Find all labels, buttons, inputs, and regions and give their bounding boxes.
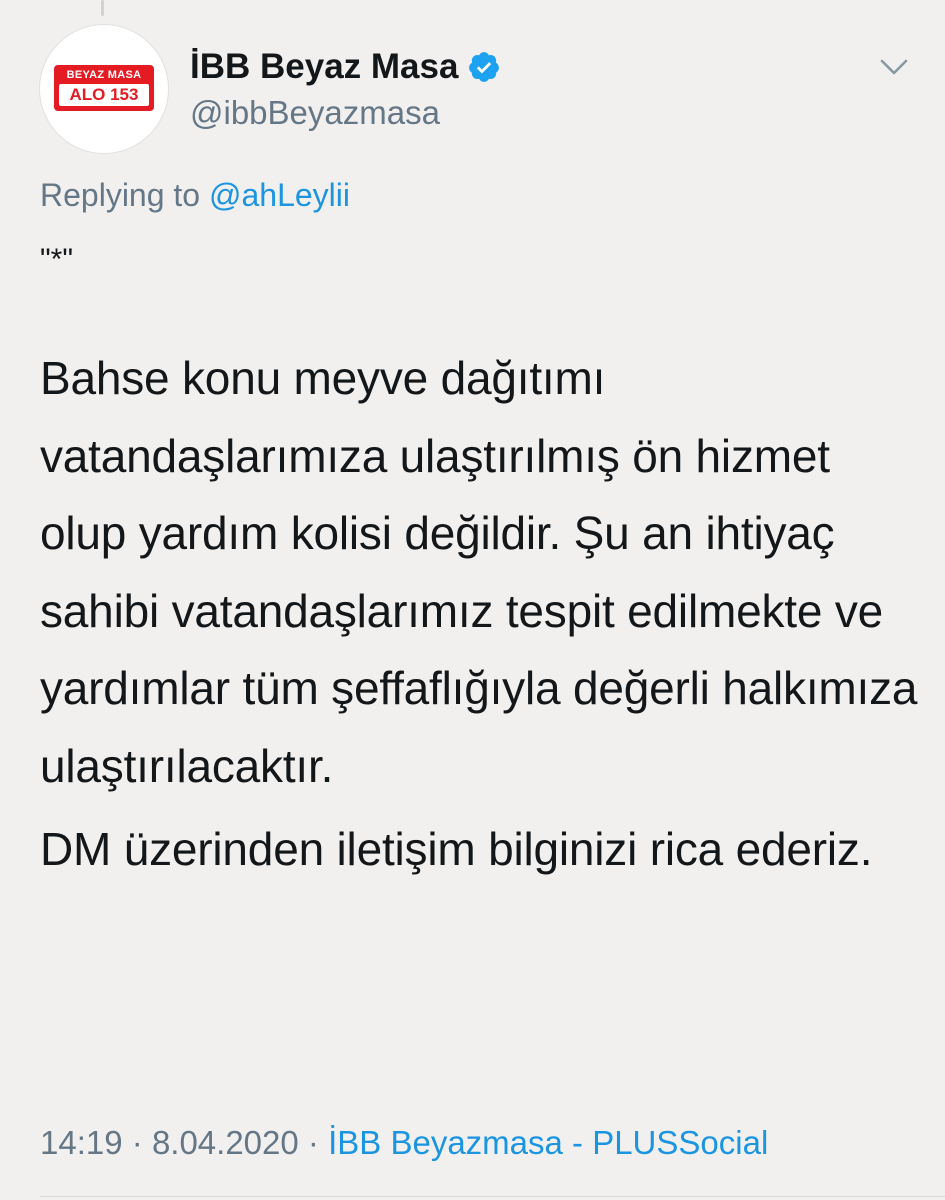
avatar[interactable]: BEYAZ MASA ALO 153 [39,24,169,154]
avatar-logo: BEYAZ MASA ALO 153 [54,65,154,111]
avatar-logo-top-text: BEYAZ MASA [66,69,142,81]
tweet-source-link[interactable]: İBB Beyazmasa - PLUSSocial [328,1124,768,1161]
verified-badge-icon [467,50,501,84]
author-name-row: İBB Beyaz Masa [190,42,501,92]
meta-separator: · [307,1124,319,1161]
tweet-time[interactable]: 14:19 [40,1124,123,1161]
tweet-text: Bahse konu meyve dağıtımı vatandaşlarımı… [40,340,920,889]
reply-mention-link[interactable]: @ahLeylii [209,177,350,213]
tweet-paragraph: Bahse konu meyve dağıtımı vatandaşlarımı… [40,352,918,792]
quote-mark: "*" [40,243,73,276]
avatar-logo-bottom-text: ALO 153 [59,84,149,106]
thread-connector-line [101,0,104,16]
replying-to: Replying to @ahLeylii [40,172,350,218]
divider [40,1196,945,1197]
tweet-metadata: 14:19 · 8.04.2020 · İBB Beyazmasa - PLUS… [40,1118,768,1168]
tweet-date[interactable]: 8.04.2020 [152,1124,299,1161]
meta-separator: · [131,1124,143,1161]
tweet-paragraph: DM üzerinden iletişim bilginizi rica ede… [40,823,873,875]
replying-to-label: Replying to [40,177,201,213]
chevron-down-icon[interactable] [874,52,914,82]
author-handle[interactable]: @ibbBeyazmasa [190,90,440,136]
display-name[interactable]: İBB Beyaz Masa [190,42,458,92]
